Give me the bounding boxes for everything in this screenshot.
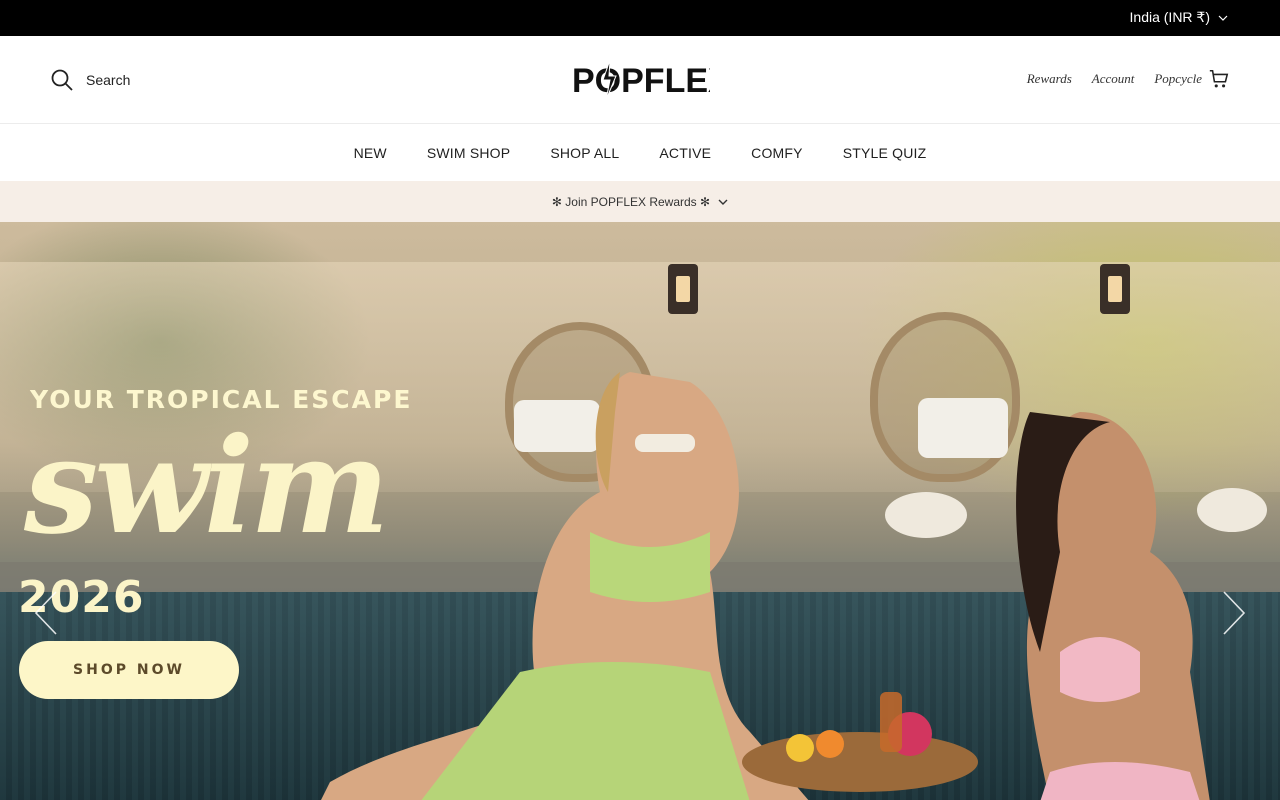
site-header: Search POPFLEX Rewards Account Popcycle <box>0 36 1280 124</box>
popflex-logo-mark: POPFLEX <box>572 59 731 101</box>
chevron-down-icon <box>718 199 728 205</box>
nav-item-style-quiz[interactable]: STYLE QUIZ <box>843 145 927 161</box>
popflex-logo[interactable]: POPFLEX <box>570 56 731 104</box>
search-button[interactable]: Search <box>50 68 130 92</box>
country-currency-selector[interactable]: India (INR ₹) <box>1130 9 1228 26</box>
fruit-tray <box>742 692 978 792</box>
hero-headline: swim <box>24 409 390 564</box>
hero-slideshow: YOUR TROPICAL ESCAPE swim 2026 SHOP NOW <box>0 222 1280 800</box>
model-image-right <box>1016 412 1210 800</box>
nav-item-new[interactable]: NEW <box>354 145 387 161</box>
rewards-banner-label: ✻ Join POPFLEX Rewards ✻ <box>551 194 711 209</box>
main-navigation: NEW SWIM SHOP SHOP ALL ACTIVE COMFY STYL… <box>0 124 1280 181</box>
locale-label: India (INR ₹) <box>1129 9 1210 25</box>
rewards-banner[interactable]: ✻ Join POPFLEX Rewards ✻ <box>0 181 1280 222</box>
wall-lamp <box>1100 264 1130 314</box>
chevron-down-icon <box>1218 15 1228 21</box>
nav-item-swim-shop[interactable]: SWIM SHOP <box>427 145 510 161</box>
cart-button[interactable]: Popcycle <box>1154 68 1230 90</box>
search-icon <box>51 69 73 91</box>
wall-lamp <box>668 264 698 314</box>
svg-text:POPFLEX: POPFLEX <box>572 62 710 100</box>
nav-item-shop-all[interactable]: SHOP ALL <box>550 145 619 161</box>
utility-links: Rewards Account Popcycle <box>1027 68 1230 90</box>
top-bar: India (INR ₹) <box>0 0 1280 36</box>
cart-label: Popcycle <box>1154 71 1202 86</box>
shop-now-button[interactable]: SHOP NOW <box>19 641 239 699</box>
search-label: Search <box>86 72 131 88</box>
nav-item-active[interactable]: ACTIVE <box>659 145 711 161</box>
nav-item-comfy[interactable]: COMFY <box>751 145 803 161</box>
rewards-link[interactable]: Rewards <box>1027 71 1072 87</box>
pouf <box>885 492 967 538</box>
account-link[interactable]: Account <box>1092 71 1135 87</box>
chevron-right-icon <box>1223 591 1246 635</box>
chevron-left-icon <box>34 591 57 635</box>
cart-icon <box>1209 69 1229 88</box>
slideshow-prev-button[interactable] <box>32 590 60 636</box>
slideshow-next-button[interactable] <box>1220 590 1248 636</box>
